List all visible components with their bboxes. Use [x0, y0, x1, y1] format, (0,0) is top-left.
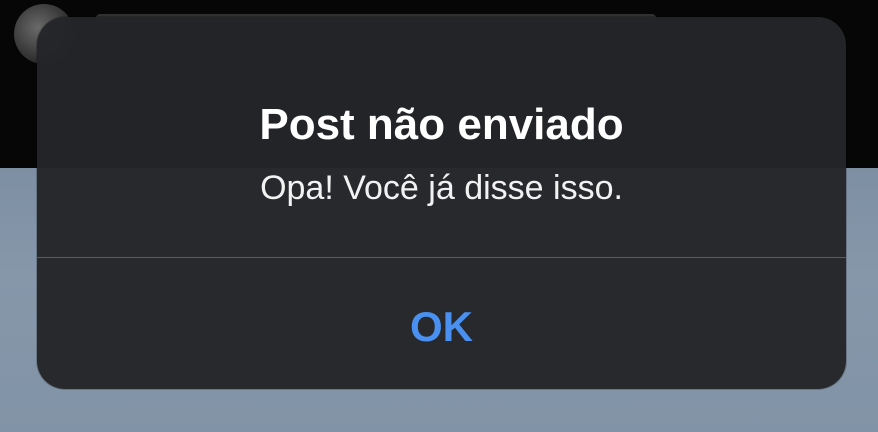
alert-dialog: Post não enviado Opa! Você já disse isso…: [37, 17, 846, 389]
alert-title: Post não enviado: [259, 100, 624, 149]
ok-button[interactable]: OK: [37, 258, 846, 389]
alert-message: Opa! Você já disse isso.: [260, 169, 623, 207]
screen: Post não enviado Opa! Você já disse isso…: [0, 0, 878, 432]
ok-button-label: OK: [410, 302, 473, 350]
